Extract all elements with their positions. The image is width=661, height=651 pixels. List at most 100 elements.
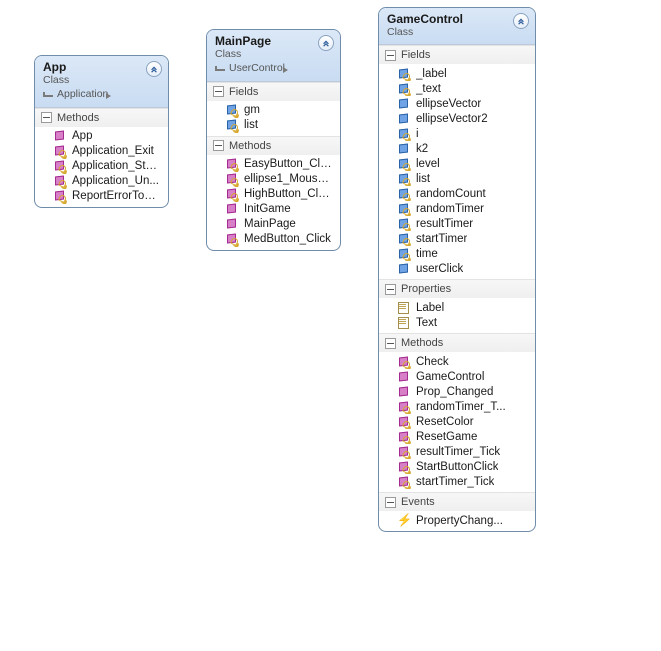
member-item[interactable]: ellipseVector2 xyxy=(379,111,535,126)
member-label: Application_Un... xyxy=(72,175,159,187)
section-header[interactable]: Methods xyxy=(207,136,340,155)
member-label: time xyxy=(416,248,438,260)
member-label: resultTimer_Tick xyxy=(416,446,500,458)
collapse-chevron-icon[interactable] xyxy=(513,13,529,29)
collapse-minus-icon[interactable] xyxy=(213,86,224,97)
section-header[interactable]: Fields xyxy=(379,45,535,64)
field-icon xyxy=(225,104,239,116)
member-item[interactable]: _label xyxy=(379,66,535,81)
section-label: Methods xyxy=(229,140,271,152)
member-item[interactable]: resultTimer_Tick xyxy=(379,444,535,459)
member-item[interactable]: EasyButton_Click xyxy=(207,157,340,172)
method-icon xyxy=(225,233,239,245)
member-item[interactable]: ellipseVector xyxy=(379,96,535,111)
member-item[interactable]: ResetGame xyxy=(379,429,535,444)
member-label: i xyxy=(416,128,419,140)
class-box-mainpage[interactable]: MainPageClassUserControlFields gmlist Meth… xyxy=(206,29,341,251)
class-header[interactable]: MainPageClassUserControl xyxy=(207,30,340,82)
member-item[interactable]: Prop_Changed xyxy=(379,384,535,399)
member-item[interactable]: Application_Exit xyxy=(35,144,168,159)
member-label: Text xyxy=(416,317,437,329)
member-item[interactable]: userClick xyxy=(379,261,535,276)
member-item[interactable]: ReportErrorToD... xyxy=(35,189,168,204)
member-item[interactable]: randomTimer_T... xyxy=(379,399,535,414)
member-item[interactable]: gm xyxy=(207,103,340,118)
member-label: Label xyxy=(416,302,444,314)
member-item[interactable]: InitGame xyxy=(207,202,340,217)
member-item[interactable]: Label xyxy=(379,300,535,315)
member-item[interactable]: resultTimer xyxy=(379,216,535,231)
member-label: InitGame xyxy=(244,203,291,215)
member-item[interactable]: Application_Sta... xyxy=(35,159,168,174)
field-icon xyxy=(397,263,411,275)
member-item[interactable]: level xyxy=(379,156,535,171)
member-item[interactable]: Text xyxy=(379,315,535,330)
field-icon xyxy=(397,218,411,230)
collapse-minus-icon[interactable] xyxy=(385,338,396,349)
member-item[interactable]: _text xyxy=(379,81,535,96)
field-icon xyxy=(397,68,411,80)
member-item[interactable]: list xyxy=(207,118,340,133)
member-item[interactable]: i xyxy=(379,126,535,141)
member-label: randomTimer xyxy=(416,203,484,215)
class-header[interactable]: GameControlClass xyxy=(379,8,535,45)
collapse-chevron-icon[interactable] xyxy=(318,35,334,51)
member-item[interactable]: MainPage xyxy=(207,217,340,232)
member-item[interactable]: randomCount xyxy=(379,186,535,201)
class-box-app[interactable]: AppClassApplicationMethodsAppApplication… xyxy=(34,55,169,208)
collapse-minus-icon[interactable] xyxy=(385,497,396,508)
collapse-minus-icon[interactable] xyxy=(213,140,224,151)
collapse-chevron-icon[interactable] xyxy=(146,61,162,77)
class-title: App xyxy=(43,60,162,74)
collapse-minus-icon[interactable] xyxy=(41,112,52,123)
section-header[interactable]: Methods xyxy=(379,333,535,352)
member-label: Application_Exit xyxy=(72,145,154,157)
member-label: Prop_Changed xyxy=(416,386,493,398)
collapse-minus-icon[interactable] xyxy=(385,284,396,295)
member-item[interactable]: randomTimer xyxy=(379,201,535,216)
section-header[interactable]: Properties xyxy=(379,279,535,298)
member-label: startTimer_Tick xyxy=(416,476,494,488)
method-icon xyxy=(225,158,239,170)
member-item[interactable]: ResetColor xyxy=(379,414,535,429)
section-header[interactable]: Events xyxy=(379,492,535,511)
field-icon xyxy=(397,188,411,200)
member-item[interactable]: HighButton_Click xyxy=(207,187,340,202)
field-icon xyxy=(397,83,411,95)
member-label: userClick xyxy=(416,263,463,275)
class-box-gamecontrol[interactable]: GameControlClassFields_label_textellipse… xyxy=(378,7,536,532)
section-header[interactable]: Methods xyxy=(35,108,168,127)
member-item[interactable]: Application_Un... xyxy=(35,174,168,189)
method-icon xyxy=(53,145,67,157)
member-item[interactable]: ellipse1_Mouse... xyxy=(207,172,340,187)
member-item[interactable]: GameControl xyxy=(379,369,535,384)
section-items: CheckGameControl Prop_ChangedrandomTimer_… xyxy=(379,352,535,492)
prop-icon xyxy=(397,302,411,314)
member-item[interactable]: startTimer xyxy=(379,231,535,246)
class-header[interactable]: AppClassApplication xyxy=(35,56,168,108)
collapse-minus-icon[interactable] xyxy=(385,50,396,61)
member-item[interactable]: startTimer_Tick xyxy=(379,474,535,489)
field-icon xyxy=(397,113,411,125)
member-item[interactable]: Check xyxy=(379,354,535,369)
member-item[interactable]: MedButton_Click xyxy=(207,232,340,247)
field-icon xyxy=(397,98,411,110)
member-item[interactable]: list xyxy=(379,171,535,186)
member-item[interactable]: time xyxy=(379,246,535,261)
method-icon xyxy=(53,190,67,202)
member-item[interactable]: k2 xyxy=(379,141,535,156)
section-header[interactable]: Fields xyxy=(207,82,340,101)
member-label: _text xyxy=(416,83,441,95)
member-item[interactable]: PropertyChang... xyxy=(379,513,535,528)
field-icon xyxy=(397,233,411,245)
section-items: Label Text xyxy=(379,298,535,333)
member-item[interactable]: App xyxy=(35,129,168,144)
member-item[interactable]: StartButtonClick xyxy=(379,459,535,474)
member-label: MedButton_Click xyxy=(244,233,331,245)
class-subtitle: Class xyxy=(43,74,162,87)
member-label: Check xyxy=(416,356,449,368)
method-icon xyxy=(397,461,411,473)
class-title: GameControl xyxy=(387,12,529,26)
class-inherits: Application xyxy=(43,87,162,102)
field-icon xyxy=(397,173,411,185)
